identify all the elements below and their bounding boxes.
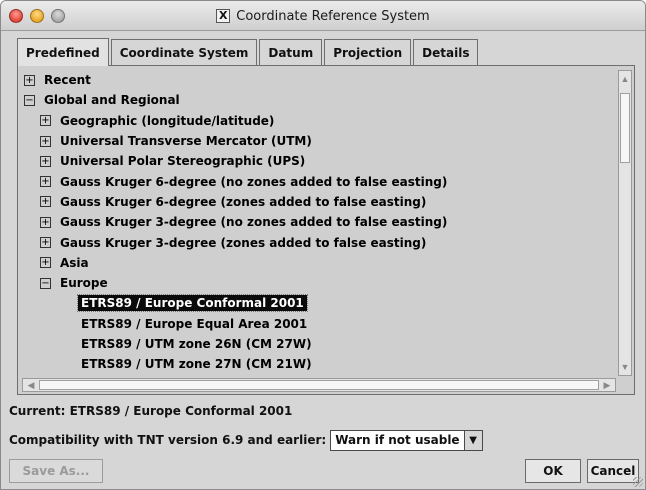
compatibility-select[interactable]: Warn if not usable ▼	[330, 429, 483, 451]
cancel-button[interactable]: Cancel	[587, 459, 639, 483]
compatibility-label: Compatibility with TNT version 6.9 and e…	[9, 433, 327, 447]
tree-item[interactable]: + Gauss Kruger 6-degree (zones added to f…	[22, 192, 616, 212]
tree-item[interactable]: − Global and Regional	[22, 90, 616, 110]
compatibility-row: Compatibility with TNT version 6.9 and e…	[9, 429, 483, 451]
tree-item[interactable]: + Universal Polar Stereographic (UPS)	[22, 151, 616, 171]
tree-item-label: Global and Regional	[44, 93, 180, 108]
crs-tree[interactable]: + Recent − Global and Regional + Geographic (…	[22, 70, 616, 376]
expand-icon[interactable]: +	[40, 135, 51, 147]
scroll-left-icon[interactable]: ◀	[25, 379, 37, 391]
resize-grip-icon[interactable]	[633, 477, 643, 487]
tree-item[interactable]: ETRS89 / Europe Conformal 2001	[22, 293, 616, 313]
title-bar: X Coordinate Reference System	[1, 1, 645, 31]
tree-item-label: Recent	[44, 73, 91, 88]
collapse-icon[interactable]: −	[24, 94, 35, 106]
scroll-up-icon[interactable]: ▲	[620, 73, 630, 85]
current-crs-label: Current: ETRS89 / Europe Conformal 2001	[9, 404, 293, 418]
tree-item[interactable]: + Universal Transverse Mercator (UTM)	[22, 131, 616, 151]
tree-item-label: Geographic (longitude/latitude)	[60, 113, 275, 128]
scroll-down-icon[interactable]: ▼	[620, 361, 630, 373]
vertical-scroll-thumb[interactable]	[620, 93, 630, 163]
compatibility-select-value[interactable]: Warn if not usable	[331, 431, 463, 450]
tree-item-label: Universal Transverse Mercator (UTM)	[60, 134, 312, 149]
tree-item[interactable]: + Gauss Kruger 3-degree (zones added to f…	[22, 232, 616, 252]
x11-app-icon: X	[216, 9, 231, 23]
tree-item[interactable]: ETRS89 / Europe Equal Area 2001	[22, 314, 616, 334]
expand-icon[interactable]: +	[24, 74, 35, 86]
tree-item-label: Gauss Kruger 3-degree (no zones added to…	[60, 215, 448, 230]
expand-icon[interactable]: +	[40, 216, 51, 228]
tab-datum[interactable]: Datum	[259, 39, 323, 65]
tree-item-label: Asia	[60, 255, 89, 270]
tree-item[interactable]: + Geographic (longitude/latitude)	[22, 111, 616, 131]
title-wrap: X Coordinate Reference System	[1, 1, 645, 31]
vertical-scrollbar[interactable]: ▲ ▼	[618, 70, 632, 376]
tree-item-label: ETRS89 / Europe Equal Area 2001	[81, 316, 308, 331]
ok-button[interactable]: OK	[525, 459, 581, 483]
tree-item-label: Gauss Kruger 3-degree (zones added to fa…	[60, 235, 427, 250]
expand-icon[interactable]: +	[40, 257, 51, 269]
tree-item-label: Universal Polar Stereographic (UPS)	[60, 154, 306, 169]
tree-item-label: ETRS89 / UTM zone 26N (CM 27W)	[81, 337, 312, 351]
tree-item-label: ETRS89 / UTM zone 27N (CM 21W)	[81, 357, 312, 372]
expand-icon[interactable]: +	[40, 176, 51, 188]
window-title: Coordinate Reference System	[236, 8, 430, 24]
tab-predefined[interactable]: Predefined	[17, 38, 109, 66]
expand-icon[interactable]: +	[40, 237, 51, 249]
crs-dialog-window: X Coordinate Reference System Predefined…	[0, 0, 646, 490]
tree-item-label: Europe	[60, 276, 108, 291]
tab-coordinate-system[interactable]: Coordinate System	[110, 39, 258, 65]
expand-icon[interactable]: +	[40, 115, 51, 127]
tab-projection[interactable]: Projection	[324, 39, 412, 65]
tree-item[interactable]: + Gauss Kruger 6-degree (no zones added t…	[22, 171, 616, 191]
dropdown-arrow-icon[interactable]: ▼	[463, 430, 482, 450]
tree-item[interactable]: ETRS89 / UTM zone 26N (CM 27W)	[22, 334, 616, 354]
tab-details[interactable]: Details	[413, 39, 479, 65]
scroll-right-icon[interactable]: ▶	[601, 379, 613, 391]
expand-icon[interactable]: +	[40, 155, 51, 167]
tree-item[interactable]: + Recent	[22, 70, 616, 90]
tree-item-label: Gauss Kruger 6-degree (zones added to fa…	[60, 194, 427, 209]
expand-icon[interactable]: +	[40, 196, 51, 208]
save-as-button[interactable]: Save As...	[9, 459, 103, 483]
tab-bar: Predefined Coordinate System Datum Proje…	[17, 38, 480, 66]
tree-item[interactable]: − Europe	[22, 273, 616, 293]
tree-item-label: Gauss Kruger 6-degree (no zones added to…	[60, 174, 448, 189]
horizontal-scroll-thumb[interactable]	[39, 380, 599, 390]
tree-item[interactable]: ETRS89 / UTM zone 27N (CM 21W)	[22, 354, 616, 374]
tree-item[interactable]: + Gauss Kruger 3-degree (no zones added t…	[22, 212, 616, 232]
tree-item-label: ETRS89 / Europe Conformal 2001	[77, 294, 308, 313]
predefined-panel: + Recent − Global and Regional + Geographic (…	[17, 65, 635, 395]
collapse-icon[interactable]: −	[40, 277, 51, 289]
horizontal-scrollbar[interactable]: ◀ ▶	[22, 378, 616, 392]
tree-item[interactable]: + Asia	[22, 253, 616, 273]
